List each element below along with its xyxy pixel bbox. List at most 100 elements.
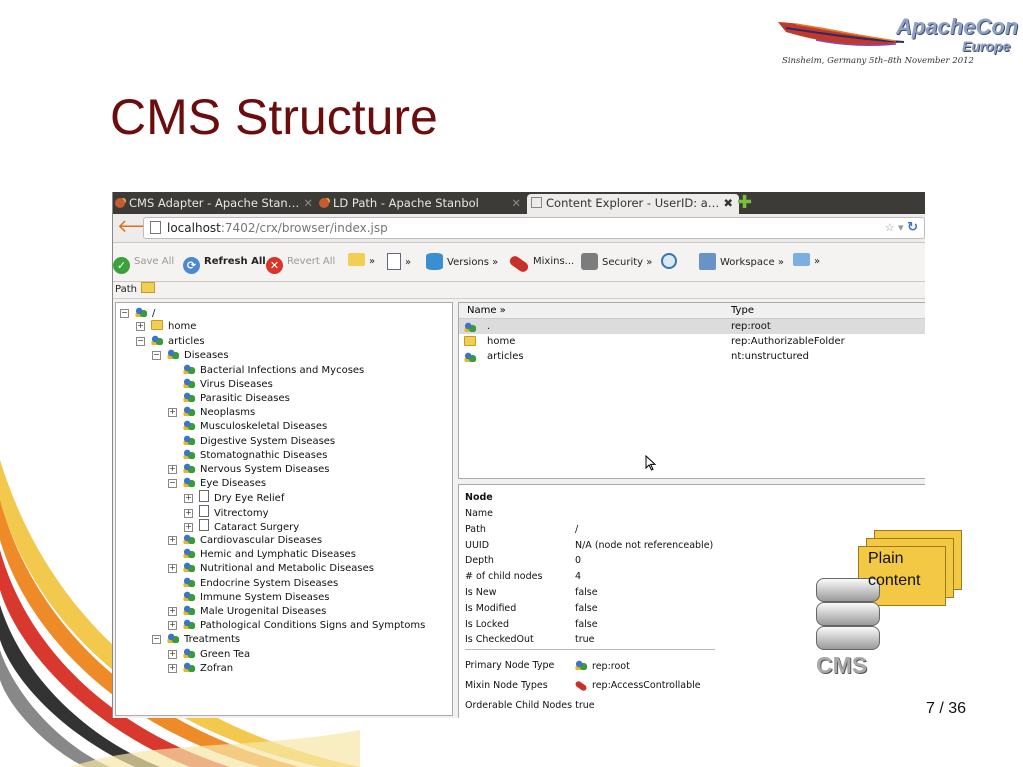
expand-toggle[interactable]: + [168,649,177,659]
tree-node[interactable]: + home [136,320,196,334]
tree-node[interactable]: + Zofran [168,660,233,675]
column-header-type[interactable]: Type [731,303,754,318]
primary-node-type-label: Primary Node Type [465,660,555,671]
reload-icon[interactable]: ↻ [907,220,918,235]
list-row[interactable]: articles nt:unstructured [459,349,925,364]
expand-toggle[interactable]: + [168,536,177,545]
tree-node[interactable]: − Treatments [152,632,240,646]
tree-node[interactable]: + Pathological Conditions Signs and Sympt… [168,618,425,632]
node-icon [183,618,195,630]
property-key: Name [465,508,494,519]
tree-node[interactable]: − articles [136,334,205,348]
tree-node[interactable]: Digestive System Diseases [168,433,336,448]
revert-all-button[interactable]: ✕ Revert All [266,253,335,274]
tree-node[interactable]: + Neoplasms [168,405,255,419]
tree-node-root[interactable]: − / [120,306,155,320]
mixins-button[interactable]: Mixins... [507,253,574,274]
logo-tagline: Sinsheim, Germany 5th–8th November 2012 [782,56,974,66]
navigation-bar: 🡐 localhost:7402/crx/browser/index.jsp ☆… [113,214,925,243]
list-row[interactable]: . rep:root [459,319,925,334]
tree-node-label: Diseases [184,350,229,362]
tree-node[interactable]: Musculoskeletal Diseases [168,419,327,433]
folder-menu-button[interactable]: » [348,253,375,271]
collapse-toggle[interactable]: − [168,479,177,489]
tree-node[interactable]: + Vitrectomy [184,504,269,519]
tree-node-label: Digestive System Diseases [200,435,336,447]
expand-toggle[interactable]: + [168,465,177,474]
workspace-menu-button[interactable]: Workspace » [699,253,784,272]
mixin-pill-icon [574,680,588,692]
expand-toggle[interactable]: + [136,322,145,331]
bookmark-star-icon[interactable]: ☆ ▾ [885,221,904,234]
new-node-menu-button[interactable]: » [387,253,411,272]
tree-node[interactable]: Hemic and Lymphatic Diseases [168,547,356,561]
expand-toggle[interactable]: + [168,621,177,631]
tree-node[interactable]: + Nutritional and Metabolic Diseases [168,561,374,575]
tree-node[interactable]: Endocrine System Diseases [168,575,338,590]
tab-content-explorer[interactable]: Content Explorer - UserID: a… ✖ [527,194,739,214]
tree-node[interactable]: Bacterial Infections and Mycoses [168,362,364,377]
expand-toggle[interactable]: + [168,663,177,673]
list-header: Name » Type [459,303,925,319]
tree-node[interactable]: + Green Tea [168,646,250,661]
collapse-toggle[interactable]: − [152,635,161,645]
tree-node-label: Male Urogenital Diseases [200,606,327,617]
node-icon [167,348,179,360]
search-button[interactable] [661,253,681,271]
refresh-all-button[interactable]: ⟳ Refresh All [183,253,266,274]
collapse-toggle[interactable]: − [120,309,129,318]
tree-node[interactable]: Parasitic Diseases [168,391,290,405]
file-icon [199,490,209,503]
checkmark-icon: ✓ [113,257,130,274]
node-icon [151,334,163,346]
close-tab-icon[interactable]: ✕ [511,194,521,213]
properties-heading: Node [465,492,493,503]
node-icon [183,447,195,459]
tree-node[interactable]: + Nervous System Diseases [168,462,330,476]
save-all-button[interactable]: ✓ Save All [113,253,174,274]
expand-toggle[interactable]: + [168,408,177,418]
property-key: # of child nodes [465,571,543,583]
tree-node[interactable]: + Cataract Surgery [184,518,300,533]
new-tab-icon[interactable]: ✚ [737,194,752,212]
node-icon [183,646,195,658]
tree-node[interactable]: Virus Diseases [168,376,273,391]
collapse-toggle[interactable]: − [136,337,145,347]
collapse-toggle[interactable]: − [152,351,161,361]
close-tab-icon[interactable]: ✖ [723,194,733,213]
revert-icon: ✕ [266,257,283,274]
versions-menu-button[interactable]: Versions » [426,253,498,272]
search-icon [661,253,677,269]
tree-node-label: Cataract Surgery [214,521,300,533]
export-menu-button[interactable]: » [793,253,820,271]
tree-node-label: Nutritional and Metabolic Diseases [200,563,374,575]
property-key: Is Locked [465,618,509,630]
tree-node-label: Dry Eye Relief [214,493,285,505]
mixin-node-types-label: Mixin Node Types [465,680,548,691]
file-icon [199,504,209,517]
tree-node[interactable]: + Cardiovascular Diseases [168,533,322,547]
tree-node[interactable]: + Male Urogenital Diseases [168,604,326,618]
tab-cms-adapter[interactable]: CMS Adapter - Apache Stan… ✕ [115,194,319,214]
tree-node[interactable]: Immune System Diseases [168,589,329,604]
url-field[interactable]: localhost:7402/crx/browser/index.jsp ☆ ▾… [143,217,925,239]
close-tab-icon[interactable]: ✕ [303,194,313,213]
tree-node[interactable]: Stomatognathic Diseases [168,447,327,462]
tree-node[interactable]: − Eye Diseases [168,476,266,490]
expand-toggle[interactable]: + [184,508,193,518]
tree-node-label: Cardiovascular Diseases [200,535,323,546]
tree-node[interactable]: − Diseases [152,348,229,362]
versions-icon [426,253,443,270]
expand-toggle[interactable]: + [168,564,177,574]
column-header-name[interactable]: Name » [467,303,506,318]
plain-content-label: Plain content [868,550,921,589]
expand-toggle[interactable]: + [184,494,193,504]
expand-toggle[interactable]: + [184,522,193,532]
tree-node[interactable]: + Dry Eye Relief [184,490,284,504]
node-icon [167,632,179,644]
list-row[interactable]: home rep:AuthorizableFolder [459,334,925,349]
security-menu-button[interactable]: Security » [581,253,652,272]
tab-ld-path[interactable]: LD Path - Apache Stanbol ✕ [319,194,527,214]
expand-toggle[interactable]: + [168,607,177,616]
folder-icon[interactable] [140,282,155,293]
